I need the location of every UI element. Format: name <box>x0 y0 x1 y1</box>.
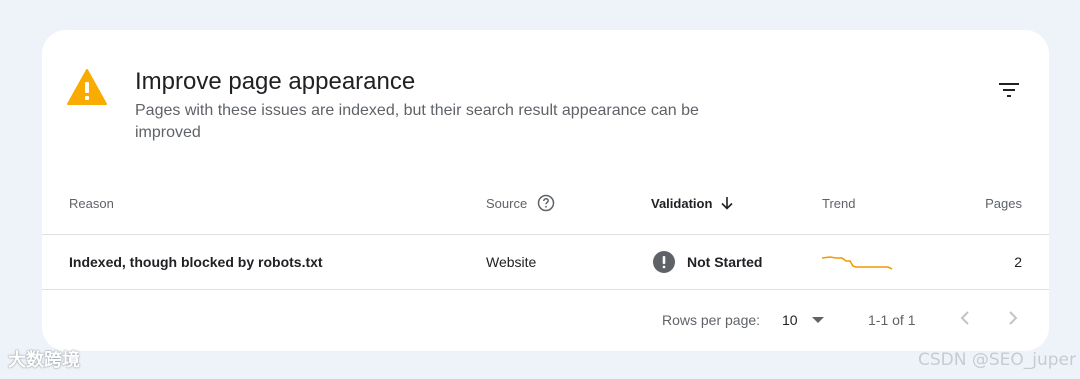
table-row[interactable]: Indexed, though blocked by robots.txt We… <box>42 235 1049 289</box>
watermark-right: CSDN @SEO_juper <box>917 350 1076 370</box>
watermark-left: 大数跨境 <box>8 350 80 371</box>
pagination-range: 1-1 of 1 <box>868 312 916 328</box>
column-header-reason[interactable]: Reason <box>69 195 114 211</box>
row-validation-label: Not Started <box>687 254 763 270</box>
column-header-source-label: Source <box>486 195 528 211</box>
column-header-validation-label: Validation <box>651 195 713 211</box>
column-header-validation[interactable]: Validation <box>651 195 734 211</box>
warning-icon <box>67 69 107 105</box>
trend-sparkline <box>821 256 893 270</box>
column-header-trend[interactable]: Trend <box>822 195 855 211</box>
filter-icon <box>999 83 1019 97</box>
column-header-pages[interactable]: Pages <box>985 195 1022 211</box>
issues-card: Improve page appearance Pages with these… <box>42 30 1049 351</box>
filter-button[interactable] <box>994 78 1024 102</box>
rows-per-page-value: 10 <box>782 312 798 328</box>
column-header-pages-label: Pages <box>985 195 1022 211</box>
row-validation: Not Started <box>653 235 762 289</box>
help-icon[interactable] <box>537 194 555 212</box>
column-header-reason-label: Reason <box>69 195 114 211</box>
arrow-down-icon <box>721 197 733 210</box>
panel-title: Improve page appearance <box>135 68 416 95</box>
row-reason: Indexed, though blocked by robots.txt <box>69 254 323 270</box>
column-header-trend-label: Trend <box>822 195 856 211</box>
rows-per-page-select[interactable]: 10 <box>782 306 824 334</box>
rows-per-page-label: Rows per page: <box>662 312 761 328</box>
chevron-right-icon <box>1009 311 1018 325</box>
not-started-icon <box>653 251 675 273</box>
row-source: Website <box>486 254 537 270</box>
chevron-down-icon <box>811 317 824 323</box>
panel-subtitle: Pages with these issues are indexed, but… <box>135 102 699 141</box>
column-header-source[interactable]: Source <box>486 194 555 212</box>
next-page-button[interactable] <box>1001 306 1025 330</box>
table-footer-divider <box>42 289 1049 290</box>
row-trend <box>820 235 896 289</box>
chevron-left-icon <box>960 311 969 325</box>
row-pages: 2 <box>1014 254 1022 270</box>
previous-page-button[interactable] <box>953 306 977 330</box>
